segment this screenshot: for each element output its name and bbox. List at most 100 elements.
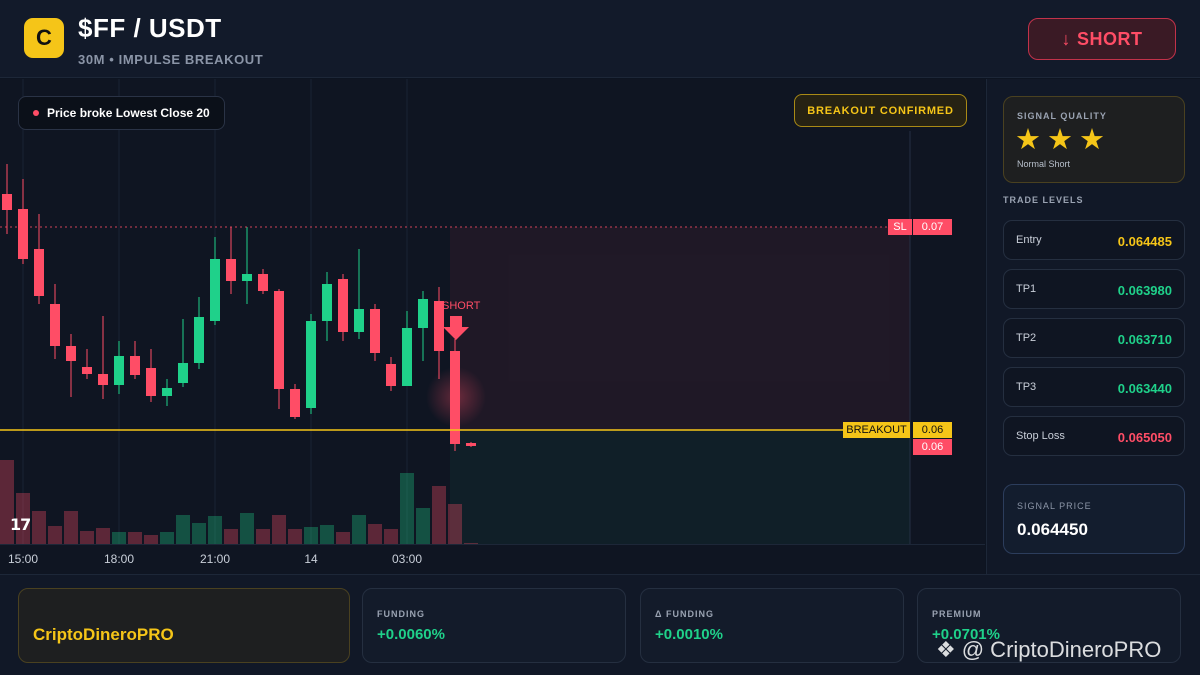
- volume-bar: [64, 511, 78, 544]
- volume-bar: [400, 473, 414, 544]
- level-name: TP2: [1016, 332, 1037, 344]
- candle-body: [242, 274, 252, 281]
- time-label: 14: [304, 552, 318, 566]
- tradingview-logo: 17: [10, 515, 31, 534]
- stat-value: +0.0060%: [377, 626, 445, 643]
- level-tp3: TP3 0.063440: [1003, 367, 1185, 407]
- candle-body: [274, 291, 284, 389]
- level-name: Entry: [1016, 234, 1042, 246]
- binance-icon: ❖: [936, 637, 956, 663]
- brand-card: CriptoDineroPRO: [18, 588, 350, 663]
- short-marker-label: SHORT: [442, 300, 481, 312]
- signal-quality-card: SIGNAL QUALITY ★ ★ ★ Normal Short: [1003, 96, 1185, 183]
- level-value: 0.064485: [1117, 234, 1172, 249]
- candle-body: [306, 321, 316, 408]
- volume-bar: [368, 524, 382, 544]
- candle-body: [418, 299, 428, 328]
- signal-type: Normal Short: [1017, 159, 1071, 169]
- level-name: TP3: [1016, 381, 1037, 393]
- candle-body: [338, 279, 348, 332]
- volume-bar: [128, 532, 142, 544]
- level-value: 0.063440: [1117, 381, 1172, 396]
- breakout-price-tag: 0.06: [913, 422, 952, 438]
- sl-price-tag: 0.07: [913, 219, 952, 235]
- trade-levels-title: TRADE LEVELS: [1003, 195, 1084, 205]
- star-icon: ★: [1015, 122, 1041, 156]
- volume-bar: [448, 504, 462, 544]
- candle-body: [2, 194, 12, 210]
- candle-body: [290, 389, 300, 417]
- volume-bar: [176, 515, 190, 544]
- sl-tag: SL: [888, 219, 912, 235]
- short-button[interactable]: ↓ SHORT: [1028, 18, 1176, 60]
- volume-bar: [304, 527, 318, 544]
- volume-bar: [336, 532, 350, 544]
- header: C $FF / USDT 30M • IMPULSE BREAKOUT ↓ SH…: [0, 0, 1200, 78]
- candle-body: [66, 346, 76, 361]
- funding-card: FUNDING +0.0060%: [362, 588, 626, 663]
- watermark-text: @ CriptoDineroPRO: [961, 637, 1162, 662]
- signal-panel: SIGNAL QUALITY ★ ★ ★ Normal Short TRADE …: [986, 79, 1200, 574]
- candle-body: [18, 209, 28, 259]
- breakout-tag: BREAKOUT: [843, 422, 910, 438]
- candle-body: [354, 309, 364, 332]
- signal-price-label: SIGNAL PRICE: [1017, 501, 1092, 511]
- level-stop-loss: Stop Loss 0.065050: [1003, 416, 1185, 456]
- candle-body: [226, 259, 236, 281]
- signal-quality-label: SIGNAL QUALITY: [1017, 111, 1107, 121]
- signal-price-card: SIGNAL PRICE 0.064450: [1003, 484, 1185, 554]
- arrow-down-icon: ↓: [1061, 28, 1071, 49]
- volume-bar: [416, 508, 430, 544]
- level-tp2: TP2 0.063710: [1003, 318, 1185, 358]
- candle-body: [114, 356, 124, 385]
- price-chart[interactable]: SHORT Price broke Lowest Close 20 BREAKO…: [0, 79, 985, 574]
- chart-canvas: SHORT: [0, 79, 911, 574]
- level-tp1: TP1 0.063980: [1003, 269, 1185, 309]
- volume-bar: [320, 525, 334, 544]
- volume-bar: [192, 523, 206, 544]
- breakout-notice-text: Price broke Lowest Close 20: [47, 106, 210, 120]
- candle-body: [386, 364, 396, 386]
- candle-body: [130, 356, 140, 375]
- candle-body: [210, 259, 220, 321]
- candle-body: [258, 274, 268, 291]
- breakout-confirmed-badge: BREAKOUT CONFIRMED: [794, 94, 967, 127]
- candle-body: [194, 317, 204, 363]
- level-value: 0.063980: [1117, 283, 1172, 298]
- level-name: Stop Loss: [1016, 430, 1065, 442]
- pair-title: $FF / USDT: [78, 13, 222, 43]
- volume-bar: [384, 529, 398, 544]
- volume-bar: [224, 529, 238, 544]
- short-button-label: SHORT: [1077, 28, 1143, 49]
- stat-value: +0.0010%: [655, 626, 723, 643]
- volume-bar: [432, 486, 446, 544]
- level-value: 0.063710: [1117, 332, 1172, 347]
- candle-body: [402, 328, 412, 386]
- signal-price-value: 0.064450: [1017, 520, 1088, 539]
- brand-name: CriptoDineroPRO: [33, 625, 174, 644]
- time-label: 21:00: [199, 552, 231, 566]
- delta-funding-card: Δ FUNDING +0.0010%: [640, 588, 904, 663]
- candle-body: [178, 363, 188, 383]
- candle-body: [98, 374, 108, 385]
- volume-bar: [272, 515, 286, 544]
- breakout-notice: Price broke Lowest Close 20: [18, 96, 225, 130]
- app-logo: C: [24, 18, 64, 58]
- volume-bar: [96, 528, 110, 544]
- volume-bar: [240, 513, 254, 544]
- time-label: 18:00: [103, 552, 135, 566]
- alert-dot-icon: [33, 110, 39, 116]
- star-icon: ★: [1079, 122, 1105, 156]
- time-axis[interactable]: 15:00 18:00 21:00 14 03:00: [0, 544, 985, 574]
- watermark: ❖ @ CriptoDineroPRO: [936, 636, 1161, 664]
- volume-bar: [144, 535, 158, 544]
- candle-body: [34, 249, 44, 296]
- volume-bar: [32, 511, 46, 544]
- volume-bar: [80, 531, 94, 544]
- time-label: 03:00: [391, 552, 423, 566]
- volume-bar: [160, 532, 174, 544]
- candle-body: [162, 388, 172, 396]
- candle-body: [146, 368, 156, 396]
- signal-glow: [426, 367, 486, 427]
- volume-bar: [112, 532, 126, 544]
